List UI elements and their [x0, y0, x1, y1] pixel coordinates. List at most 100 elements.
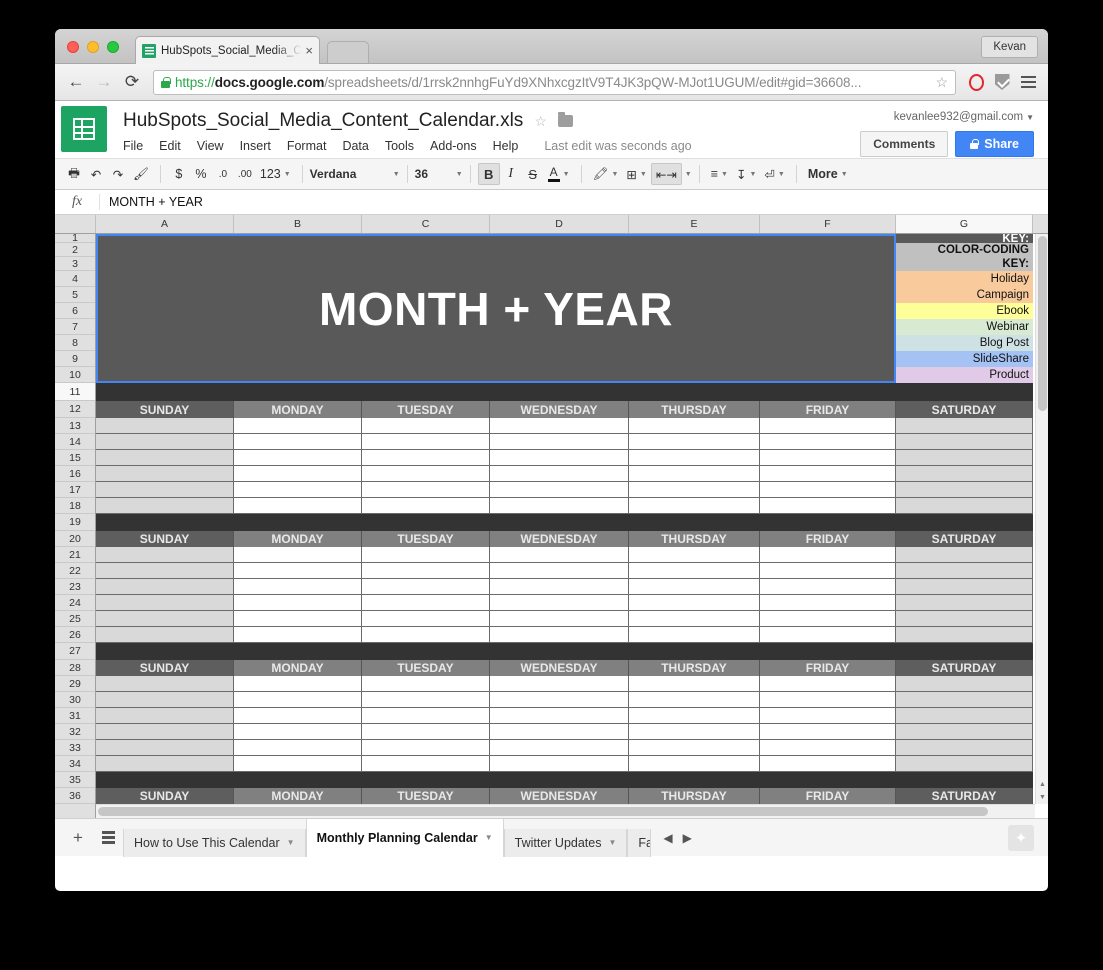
- column-header-e[interactable]: E: [629, 215, 760, 233]
- calendar-day-cell[interactable]: [629, 579, 760, 595]
- row-header-36[interactable]: 36: [55, 788, 95, 804]
- row-header-13[interactable]: 13: [55, 418, 95, 434]
- row-header-34[interactable]: 34: [55, 756, 95, 772]
- vertical-align-icon[interactable]: ↧ ▼: [732, 163, 760, 185]
- font-family-select[interactable]: Verdana ▼: [310, 162, 400, 186]
- calendar-day-cell[interactable]: [234, 482, 362, 498]
- calendar-day-cell[interactable]: [96, 466, 234, 482]
- calendar-day-cell[interactable]: [896, 611, 1033, 627]
- calendar-day-cell[interactable]: [362, 482, 490, 498]
- calendar-day-cell[interactable]: [629, 740, 760, 756]
- horizontal-scrollbar[interactable]: [96, 804, 1035, 818]
- weekday-header-wednesday[interactable]: WEDNESDAY: [490, 401, 629, 418]
- calendar-day-cell[interactable]: [234, 547, 362, 563]
- calendar-day-cell[interactable]: [362, 450, 490, 466]
- row-header-14[interactable]: 14: [55, 434, 95, 450]
- row-header-17[interactable]: 17: [55, 482, 95, 498]
- calendar-day-cell[interactable]: [490, 466, 629, 482]
- column-header-f[interactable]: F: [760, 215, 896, 233]
- chevron-down-icon[interactable]: ▼: [485, 833, 493, 842]
- star-icon[interactable]: ☆: [534, 113, 547, 130]
- text-wrap-icon[interactable]: ⏎ ▼: [760, 163, 788, 185]
- weekday-header-monday[interactable]: MONDAY: [234, 531, 362, 547]
- key-cell-product[interactable]: Product: [896, 367, 1033, 383]
- calendar-day-cell[interactable]: [629, 611, 760, 627]
- calendar-day-cell[interactable]: [362, 627, 490, 643]
- calendar-day-cell[interactable]: [490, 740, 629, 756]
- calendar-day-cell[interactable]: [490, 708, 629, 724]
- calendar-day-cell[interactable]: [234, 724, 362, 740]
- calendar-day-cell[interactable]: [629, 563, 760, 579]
- weekday-header-tuesday[interactable]: TUESDAY: [362, 401, 490, 418]
- calendar-day-cell[interactable]: [362, 466, 490, 482]
- calendar-day-cell[interactable]: [362, 547, 490, 563]
- explore-icon[interactable]: ✦: [1008, 825, 1034, 851]
- calendar-day-cell[interactable]: [362, 498, 490, 514]
- calendar-day-cell[interactable]: [96, 450, 234, 466]
- calendar-day-cell[interactable]: [896, 676, 1033, 692]
- calendar-day-cell[interactable]: [234, 692, 362, 708]
- calendar-day-cell[interactable]: [760, 547, 896, 563]
- calendar-day-cell[interactable]: [490, 627, 629, 643]
- weekday-header-monday[interactable]: MONDAY: [234, 401, 362, 418]
- row-header-25[interactable]: 25: [55, 611, 95, 627]
- currency-format-button[interactable]: $: [168, 163, 190, 185]
- weekday-header-wednesday[interactable]: WEDNESDAY: [490, 788, 629, 804]
- calendar-day-cell[interactable]: [896, 692, 1033, 708]
- calendar-day-cell[interactable]: [760, 466, 896, 482]
- weekday-header-sunday[interactable]: SUNDAY: [96, 531, 234, 547]
- calendar-day-cell[interactable]: [234, 579, 362, 595]
- calendar-day-cell[interactable]: [362, 740, 490, 756]
- row-header-32[interactable]: 32: [55, 724, 95, 740]
- sheet-tab-fa[interactable]: Fa: [627, 828, 652, 857]
- calendar-day-cell[interactable]: [896, 434, 1033, 450]
- calendar-day-cell[interactable]: [96, 627, 234, 643]
- calendar-day-cell[interactable]: [490, 563, 629, 579]
- calendar-day-cell[interactable]: [629, 676, 760, 692]
- key-cell-ebook[interactable]: Ebook: [896, 303, 1033, 319]
- calendar-day-cell[interactable]: [629, 692, 760, 708]
- reload-icon[interactable]: ⟳: [120, 70, 144, 94]
- merge-cells-icon[interactable]: ⇤⇥: [650, 163, 682, 185]
- calendar-day-cell[interactable]: [896, 627, 1033, 643]
- menu-format[interactable]: Format: [287, 139, 327, 153]
- key-cell-color-coding[interactable]: COLOR-CODING: [896, 243, 1033, 257]
- calendar-day-cell[interactable]: [234, 595, 362, 611]
- calendar-day-cell[interactable]: [234, 708, 362, 724]
- number-format-button[interactable]: 123 ▼: [256, 163, 295, 185]
- calendar-day-cell[interactable]: [362, 756, 490, 772]
- row-header-33[interactable]: 33: [55, 740, 95, 756]
- forward-arrow-icon[interactable]: →: [92, 70, 116, 94]
- weekday-header-saturday[interactable]: SATURDAY: [896, 531, 1033, 547]
- calendar-day-cell[interactable]: [896, 547, 1033, 563]
- calendar-day-cell[interactable]: [96, 579, 234, 595]
- calendar-day-cell[interactable]: [896, 450, 1033, 466]
- weekday-header-tuesday[interactable]: TUESDAY: [362, 531, 490, 547]
- row-header-5[interactable]: 5: [55, 287, 95, 303]
- calendar-day-cell[interactable]: [629, 547, 760, 563]
- calendar-day-cell[interactable]: [362, 418, 490, 434]
- row-header-21[interactable]: 21: [55, 547, 95, 563]
- weekday-header-monday[interactable]: MONDAY: [234, 660, 362, 676]
- all-sheets-icon[interactable]: [93, 823, 123, 853]
- calendar-day-cell[interactable]: [490, 482, 629, 498]
- minimize-window-button[interactable]: [87, 41, 99, 53]
- formula-input[interactable]: MONTH + YEAR: [100, 195, 203, 209]
- calendar-day-cell[interactable]: [760, 595, 896, 611]
- calendar-day-cell[interactable]: [96, 724, 234, 740]
- browser-profile-button[interactable]: Kevan: [981, 36, 1038, 58]
- calendar-day-cell[interactable]: [234, 418, 362, 434]
- calendar-day-cell[interactable]: [96, 676, 234, 692]
- calendar-day-cell[interactable]: [362, 708, 490, 724]
- calendar-day-cell[interactable]: [760, 434, 896, 450]
- row-header-1[interactable]: 1: [55, 232, 95, 244]
- calendar-day-cell[interactable]: [490, 756, 629, 772]
- key-cell-blog-post[interactable]: Blog Post: [896, 335, 1033, 351]
- calendar-day-cell[interactable]: [896, 482, 1033, 498]
- calendar-day-cell[interactable]: [760, 740, 896, 756]
- row-header-31[interactable]: 31: [55, 708, 95, 724]
- calendar-day-cell[interactable]: [96, 434, 234, 450]
- strikethrough-button[interactable]: S: [522, 163, 544, 185]
- calendar-day-cell[interactable]: [490, 579, 629, 595]
- row-header-10[interactable]: 10: [55, 367, 95, 383]
